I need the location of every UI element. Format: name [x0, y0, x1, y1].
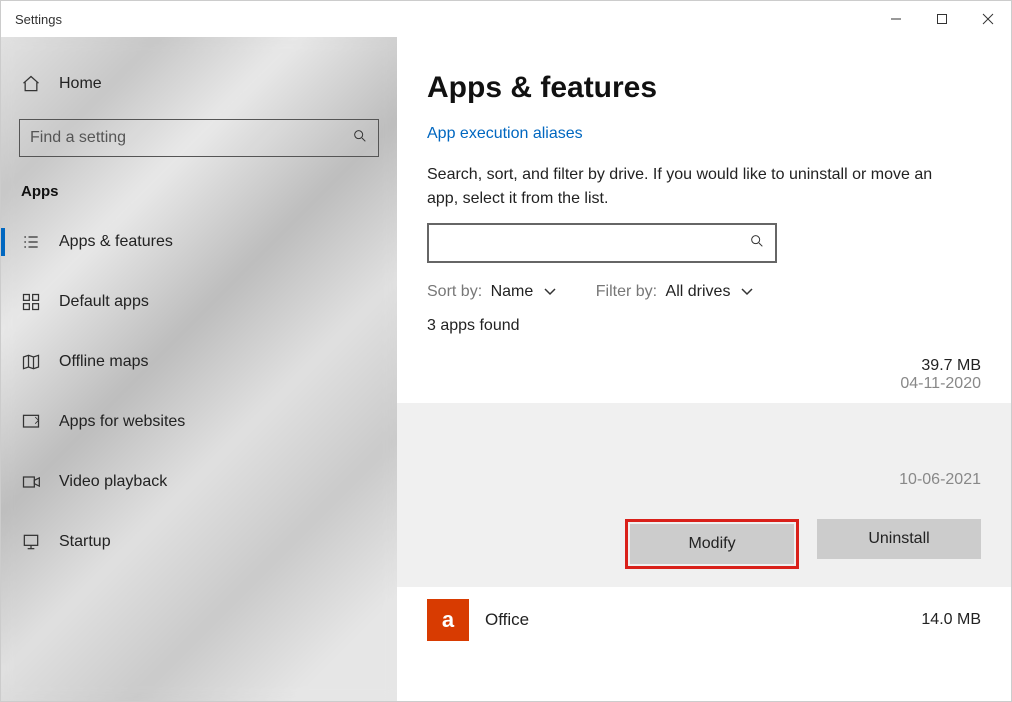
sort-value: Name	[491, 283, 534, 300]
search-icon	[749, 233, 765, 254]
window-title: Settings	[1, 12, 62, 27]
video-icon	[21, 472, 41, 492]
nav-startup[interactable]: Startup	[1, 512, 397, 572]
nav-label: Apps & features	[59, 233, 173, 251]
apps-found-count: 3 apps found	[427, 317, 981, 335]
app-execution-aliases-link[interactable]: App execution aliases	[427, 125, 981, 143]
app-list-item-office[interactable]: a Office 14.0 MB	[427, 587, 981, 641]
map-icon	[21, 352, 41, 372]
title-bar: Settings	[1, 1, 1011, 37]
app-list-item-selected[interactable]: 10-06-2021 Modify Uninstall	[397, 403, 1011, 587]
nav-apps-features[interactable]: Apps & features	[1, 212, 397, 272]
filter-value: All drives	[666, 283, 731, 300]
sidebar: Home Apps Apps & features Default apps O…	[1, 37, 397, 701]
chevron-down-icon	[741, 283, 753, 301]
highlight-annotation: Modify	[625, 519, 799, 569]
nav-default-apps[interactable]: Default apps	[1, 272, 397, 332]
app-search-box[interactable]	[427, 223, 777, 263]
content-pane: Apps & features App execution aliases Se…	[397, 37, 1011, 701]
sort-dropdown[interactable]: Sort by: Name	[427, 283, 556, 301]
home-icon	[21, 74, 41, 94]
defaults-icon	[21, 292, 41, 312]
close-button[interactable]	[965, 1, 1011, 37]
app-date: 04-11-2020	[900, 375, 981, 393]
home-nav[interactable]: Home	[1, 55, 397, 113]
sidebar-search[interactable]	[19, 119, 379, 157]
search-icon	[352, 128, 368, 149]
page-heading: Apps & features	[427, 71, 981, 105]
filter-dropdown[interactable]: Filter by: All drives	[596, 283, 753, 301]
startup-icon	[21, 532, 41, 552]
nav-label: Video playback	[59, 473, 167, 491]
app-date: 10-06-2021	[899, 471, 981, 489]
nav-offline-maps[interactable]: Offline maps	[1, 332, 397, 392]
app-list-item[interactable]: 39.7 MB 04-11-2020	[427, 347, 981, 403]
app-size: 14.0 MB	[921, 611, 981, 629]
maximize-button[interactable]	[919, 1, 965, 37]
nav-label: Startup	[59, 533, 111, 551]
minimize-button[interactable]	[873, 1, 919, 37]
maximize-icon	[936, 13, 948, 25]
sidebar-search-input[interactable]	[30, 129, 352, 147]
modify-button[interactable]: Modify	[630, 524, 794, 564]
nav-video-playback[interactable]: Video playback	[1, 452, 397, 512]
nav-label: Apps for websites	[59, 413, 185, 431]
home-label: Home	[59, 75, 102, 93]
app-name: Office	[485, 610, 529, 630]
nav-label: Offline maps	[59, 353, 149, 371]
minimize-icon	[890, 13, 902, 25]
close-icon	[982, 13, 994, 25]
app-size: 39.7 MB	[900, 357, 981, 375]
section-title: Apps	[1, 175, 397, 212]
nav-label: Default apps	[59, 293, 149, 311]
nav-apps-websites[interactable]: Apps for websites	[1, 392, 397, 452]
sort-label: Sort by:	[427, 283, 482, 300]
filter-label: Filter by:	[596, 283, 657, 300]
app-search-input[interactable]	[439, 235, 749, 252]
settings-window: Settings Home Apps	[0, 0, 1012, 702]
web-app-icon	[21, 412, 41, 432]
list-icon	[21, 232, 41, 252]
uninstall-button[interactable]: Uninstall	[817, 519, 981, 559]
description-text: Search, sort, and filter by drive. If yo…	[427, 163, 947, 211]
office-icon: a	[427, 599, 469, 641]
chevron-down-icon	[544, 283, 556, 301]
